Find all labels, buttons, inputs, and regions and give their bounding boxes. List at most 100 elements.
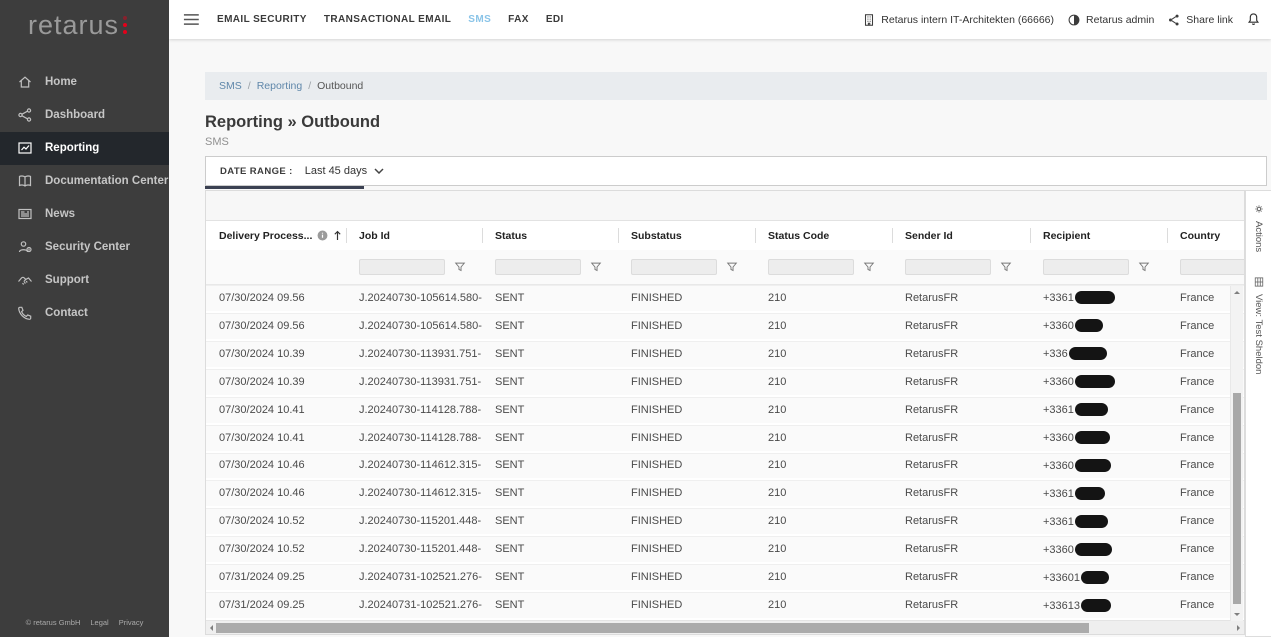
table-row[interactable]: 07/30/2024 10.52J.20240730-115201.448-..… bbox=[206, 508, 1245, 536]
recipient-prefix: +3361 bbox=[1043, 404, 1074, 416]
recipient-prefix: +3361 bbox=[1043, 516, 1074, 528]
cell-substatus: FINISHED bbox=[618, 515, 755, 527]
filter-status-funnel-icon[interactable] bbox=[590, 261, 602, 273]
dashboard-icon bbox=[17, 107, 33, 123]
cell-substatus: FINISHED bbox=[618, 599, 755, 611]
horizontal-scroll-thumb[interactable] bbox=[216, 623, 1089, 633]
column-header-delivery-processing[interactable]: Delivery Process... bbox=[206, 221, 346, 250]
filter-recipient-input[interactable] bbox=[1043, 259, 1129, 275]
table-row[interactable]: 07/30/2024 10.41J.20240730-114128.788-..… bbox=[206, 397, 1245, 425]
sidebar-item-security-center[interactable]: Security Center bbox=[0, 231, 169, 264]
legal-link[interactable]: Legal bbox=[90, 618, 108, 627]
cell-sender-id: RetarusFR bbox=[892, 432, 1030, 444]
actions-tab[interactable]: Actions bbox=[1253, 203, 1265, 252]
top-nav-transactional-email[interactable]: TRANSACTIONAL EMAIL bbox=[324, 14, 451, 25]
filter-sender-id-funnel-icon[interactable] bbox=[1000, 261, 1012, 273]
filter-substatus-funnel-icon[interactable] bbox=[726, 261, 738, 273]
cell-sender-id: RetarusFR bbox=[892, 376, 1030, 388]
organization-selector[interactable]: Retarus intern IT-Architekten (66666) bbox=[862, 13, 1054, 27]
redacted-number bbox=[1069, 347, 1107, 360]
date-range-dropdown[interactable]: Last 45 days bbox=[305, 165, 384, 177]
view-tab[interactable]: View: Test Sheldon bbox=[1253, 276, 1265, 374]
horizontal-scrollbar[interactable] bbox=[206, 620, 1244, 634]
share-icon bbox=[1167, 13, 1181, 27]
filter-status-input[interactable] bbox=[495, 259, 581, 275]
sidebar-item-documentation-center[interactable]: Documentation Center bbox=[0, 165, 169, 198]
side-panel-tabs: Actions View: Test Sheldon bbox=[1245, 190, 1271, 637]
page-title: Reporting » Outbound bbox=[205, 113, 380, 132]
vertical-scroll-thumb[interactable] bbox=[1233, 393, 1241, 604]
table-row[interactable]: 07/30/2024 10.52J.20240730-115201.448-..… bbox=[206, 536, 1245, 564]
info-icon[interactable] bbox=[317, 230, 328, 241]
table-row[interactable]: 07/30/2024 10.39J.20240730-113931.751-..… bbox=[206, 369, 1245, 397]
column-label: Status bbox=[495, 230, 527, 242]
column-label: Sender Id bbox=[905, 230, 953, 242]
retarus-logo[interactable]: retarus bbox=[0, 0, 169, 41]
table-row[interactable]: 07/31/2024 09.25J.20240731-102521.276-..… bbox=[206, 592, 1245, 620]
filter-job-id-funnel-icon[interactable] bbox=[454, 261, 466, 273]
sidebar-item-reporting[interactable]: Reporting bbox=[0, 132, 169, 165]
chevron-down-icon bbox=[374, 168, 384, 174]
column-header-job-id[interactable]: Job Id bbox=[346, 221, 482, 250]
column-header-country[interactable]: Country bbox=[1167, 221, 1245, 250]
role-selector[interactable]: Retarus admin bbox=[1067, 13, 1154, 27]
column-header-sender-id[interactable]: Sender Id bbox=[892, 221, 1030, 250]
table-row[interactable]: 07/30/2024 09.56J.20240730-105614.580-..… bbox=[206, 285, 1245, 313]
sidebar-item-label: Home bbox=[45, 76, 77, 88]
top-nav-edi[interactable]: EDI bbox=[546, 14, 564, 25]
column-header-substatus[interactable]: Substatus bbox=[618, 221, 755, 250]
cell-recipient: +3361 bbox=[1030, 487, 1167, 500]
breadcrumb-sms[interactable]: SMS bbox=[219, 80, 242, 92]
sidebar-footer: © retarus GmbH Legal Privacy bbox=[0, 618, 169, 627]
vertical-scrollbar[interactable] bbox=[1230, 286, 1243, 621]
cell-status-code: 210 bbox=[755, 376, 892, 388]
cell-status-code: 210 bbox=[755, 404, 892, 416]
sidebar-item-home[interactable]: Home bbox=[0, 66, 169, 99]
filter-cell-recipient bbox=[1030, 259, 1167, 275]
filter-job-id-input[interactable] bbox=[359, 259, 445, 275]
table-row[interactable]: 07/31/2024 09.25J.20240731-102521.276-..… bbox=[206, 564, 1245, 592]
filter-recipient-funnel-icon[interactable] bbox=[1138, 261, 1150, 273]
sidebar-item-contact[interactable]: Contact bbox=[0, 297, 169, 330]
sidebar-item-news[interactable]: News bbox=[0, 198, 169, 231]
column-header-status-code[interactable]: Status Code bbox=[755, 221, 892, 250]
filter-country-input[interactable] bbox=[1180, 259, 1245, 275]
cell-substatus: FINISHED bbox=[618, 459, 755, 471]
share-link-button[interactable]: Share link bbox=[1167, 13, 1233, 27]
filter-sender-id-input[interactable] bbox=[905, 259, 991, 275]
filter-status-code-funnel-icon[interactable] bbox=[863, 261, 875, 273]
table-row[interactable]: 07/30/2024 10.39J.20240730-113931.751-..… bbox=[206, 341, 1245, 369]
sidebar-item-support[interactable]: Support bbox=[0, 264, 169, 297]
breadcrumb-reporting[interactable]: Reporting bbox=[257, 80, 303, 92]
table-row[interactable]: 07/30/2024 10.41J.20240730-114128.788-..… bbox=[206, 425, 1245, 453]
cell-sender-id: RetarusFR bbox=[892, 292, 1030, 304]
hamburger-menu-icon[interactable] bbox=[183, 13, 200, 26]
filter-status-code-input[interactable] bbox=[768, 259, 854, 275]
filter-substatus-input[interactable] bbox=[631, 259, 717, 275]
table-row[interactable]: 07/30/2024 10.46J.20240730-114612.315-..… bbox=[206, 453, 1245, 481]
cell-status-code: 210 bbox=[755, 320, 892, 332]
table-row[interactable]: 07/30/2024 09.56J.20240730-105614.580-..… bbox=[206, 313, 1245, 341]
cell-sender-id: RetarusFR bbox=[892, 404, 1030, 416]
cell-delivery-processing: 07/30/2024 10.52 bbox=[206, 543, 346, 555]
table-row[interactable]: 07/30/2024 10.46J.20240730-114612.315-..… bbox=[206, 480, 1245, 508]
column-label: Delivery Process... bbox=[219, 230, 312, 242]
recipient-prefix: +3360 bbox=[1043, 376, 1074, 388]
cell-delivery-processing: 07/30/2024 10.46 bbox=[206, 459, 346, 471]
notifications-bell-icon[interactable] bbox=[1246, 12, 1261, 27]
top-nav-fax[interactable]: FAX bbox=[508, 14, 529, 25]
scroll-up-arrow[interactable] bbox=[1234, 291, 1240, 294]
top-nav-sms[interactable]: SMS bbox=[468, 14, 491, 25]
column-header-status[interactable]: Status bbox=[482, 221, 618, 250]
organization-label: Retarus intern IT-Architekten (66666) bbox=[881, 14, 1054, 26]
cell-status-code: 210 bbox=[755, 432, 892, 444]
scroll-right-arrow[interactable] bbox=[1237, 625, 1240, 631]
scroll-left-arrow[interactable] bbox=[210, 625, 213, 631]
top-nav-email-security[interactable]: EMAIL SECURITY bbox=[217, 14, 307, 25]
column-header-recipient[interactable]: Recipient bbox=[1030, 221, 1167, 250]
redacted-number bbox=[1075, 291, 1115, 304]
scroll-down-arrow[interactable] bbox=[1234, 613, 1240, 616]
sidebar-item-dashboard[interactable]: Dashboard bbox=[0, 99, 169, 132]
privacy-link[interactable]: Privacy bbox=[119, 618, 144, 627]
cell-sender-id: RetarusFR bbox=[892, 599, 1030, 611]
